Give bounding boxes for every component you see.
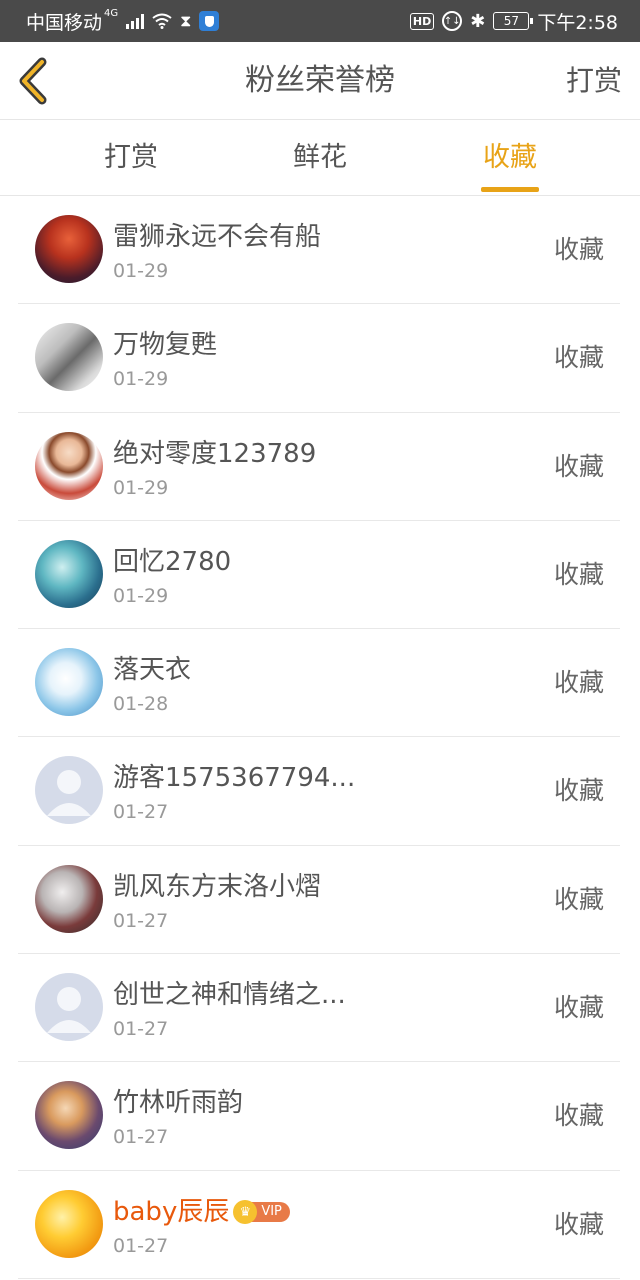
fan-action-label: 收藏 [553, 235, 604, 264]
fan-name: 创世之神和情绪之... [113, 980, 346, 1011]
battery-level: 57 [503, 14, 519, 28]
list-item[interactable]: 雷狮永远不会有船 01-29 收藏 [18, 196, 620, 305]
fan-name-text: baby辰辰 [113, 1196, 230, 1227]
wifi-icon [152, 13, 172, 29]
fan-name: 凯风东方末洛小熠 [113, 871, 322, 902]
fan-date: 01-29 [113, 584, 169, 607]
avatar [35, 864, 103, 933]
hd-icon: HD [409, 12, 435, 30]
vip-label: VIP [251, 1202, 290, 1223]
header: 粉丝荣誉榜 打赏 [0, 42, 640, 120]
default-avatar-icon [47, 987, 91, 1034]
avatar [35, 756, 103, 825]
battery-icon: 57 [493, 12, 534, 30]
list-item[interactable]: 竹林听雨韵 01-27 收藏 [18, 1062, 620, 1171]
fan-name: 落天衣 [113, 655, 192, 686]
fan-action-label: 收藏 [553, 451, 604, 481]
fan-date: 01-27 [113, 801, 169, 824]
fan-date: 01-29 [113, 368, 169, 391]
carrier-label: 中国移动 [26, 11, 103, 34]
fan-name: 竹林听雨韵 [113, 1088, 244, 1119]
list-item[interactable]: 绝对零度123789 01-29 收藏 [18, 413, 620, 521]
fan-name: 游客1575367794... [113, 763, 356, 794]
fan-date: 01-27 [113, 1018, 169, 1041]
tab-bar: 打赏 鲜花 收藏 [0, 120, 640, 196]
fan-name: 回忆2780 [113, 546, 232, 577]
fan-action-label: 收藏 [553, 343, 604, 373]
tab-flowers[interactable]: 鲜花 [260, 120, 380, 196]
reward-button[interactable]: 打赏 [566, 42, 622, 120]
data-saver-icon: ↑↓ [442, 11, 463, 31]
fan-date: 01-27 [113, 1126, 169, 1149]
back-button[interactable] [12, 56, 60, 106]
list-item[interactable]: 创世之神和情绪之... 01-27 收藏 [18, 954, 620, 1063]
vip-badge: ♛ VIP [233, 1200, 290, 1225]
avatar [35, 431, 103, 500]
fan-date: 01-27 [113, 1234, 169, 1257]
list-item[interactable]: 凯风东方末洛小熠 01-27 收藏 [18, 846, 620, 955]
fan-date: 01-27 [113, 909, 169, 932]
list-item[interactable]: 回忆2780 01-29 收藏 [18, 521, 620, 630]
list-item[interactable]: 落天衣 01-28 收藏 [18, 629, 620, 738]
fan-list: 雷狮永远不会有船 01-29 收藏 万物复甦 01-29 收藏 绝对零度1237… [0, 196, 640, 1279]
status-bar: 中国移动 4G ⧗ HD ↑↓ ✱ 57 下午2:58 [0, 0, 640, 42]
page-title: 粉丝荣誉榜 [245, 63, 395, 98]
list-item[interactable]: baby辰辰 ♛ VIP 01-27 收藏 [18, 1171, 620, 1279]
fan-name: 绝对零度123789 [113, 438, 317, 469]
fan-action-label: 收藏 [553, 559, 604, 589]
fan-date: 01-29 [113, 476, 169, 499]
fan-name: baby辰辰 ♛ VIP [113, 1191, 290, 1228]
fan-action-label: 收藏 [553, 668, 604, 698]
avatar [35, 323, 103, 392]
fan-action-label: 收藏 [553, 1101, 604, 1131]
avatar [35, 1081, 103, 1150]
avatar [35, 1189, 103, 1258]
fan-action-label: 收藏 [553, 884, 604, 914]
fan-name: 雷狮永远不会有船 [113, 222, 322, 252]
hourglass-icon: ⧗ [180, 11, 192, 30]
fan-date: 01-28 [113, 693, 169, 716]
tab-favorites[interactable]: 收藏 [450, 120, 570, 196]
avatar [35, 539, 103, 608]
fan-action-label: 收藏 [553, 993, 604, 1023]
avatar [35, 648, 103, 717]
default-avatar-icon [47, 770, 91, 817]
fan-action-label: 收藏 [553, 1209, 604, 1239]
avatar [35, 973, 103, 1042]
fan-name: 万物复甦 [113, 330, 218, 361]
tab-reward[interactable]: 打赏 [71, 120, 191, 196]
clock: 下午2:58 [537, 11, 618, 34]
network-type-label: 4G [104, 7, 119, 19]
fan-action-label: 收藏 [553, 776, 604, 806]
shield-icon [199, 11, 220, 31]
list-item[interactable]: 游客1575367794... 01-27 收藏 [18, 737, 620, 846]
list-item[interactable]: 万物复甦 01-29 收藏 [18, 304, 620, 413]
avatar [35, 215, 103, 283]
signal-icon [126, 13, 145, 29]
bluetooth-icon: ✱ [470, 10, 486, 32]
chevron-left-icon [19, 57, 47, 105]
fan-date: 01-29 [113, 260, 169, 282]
